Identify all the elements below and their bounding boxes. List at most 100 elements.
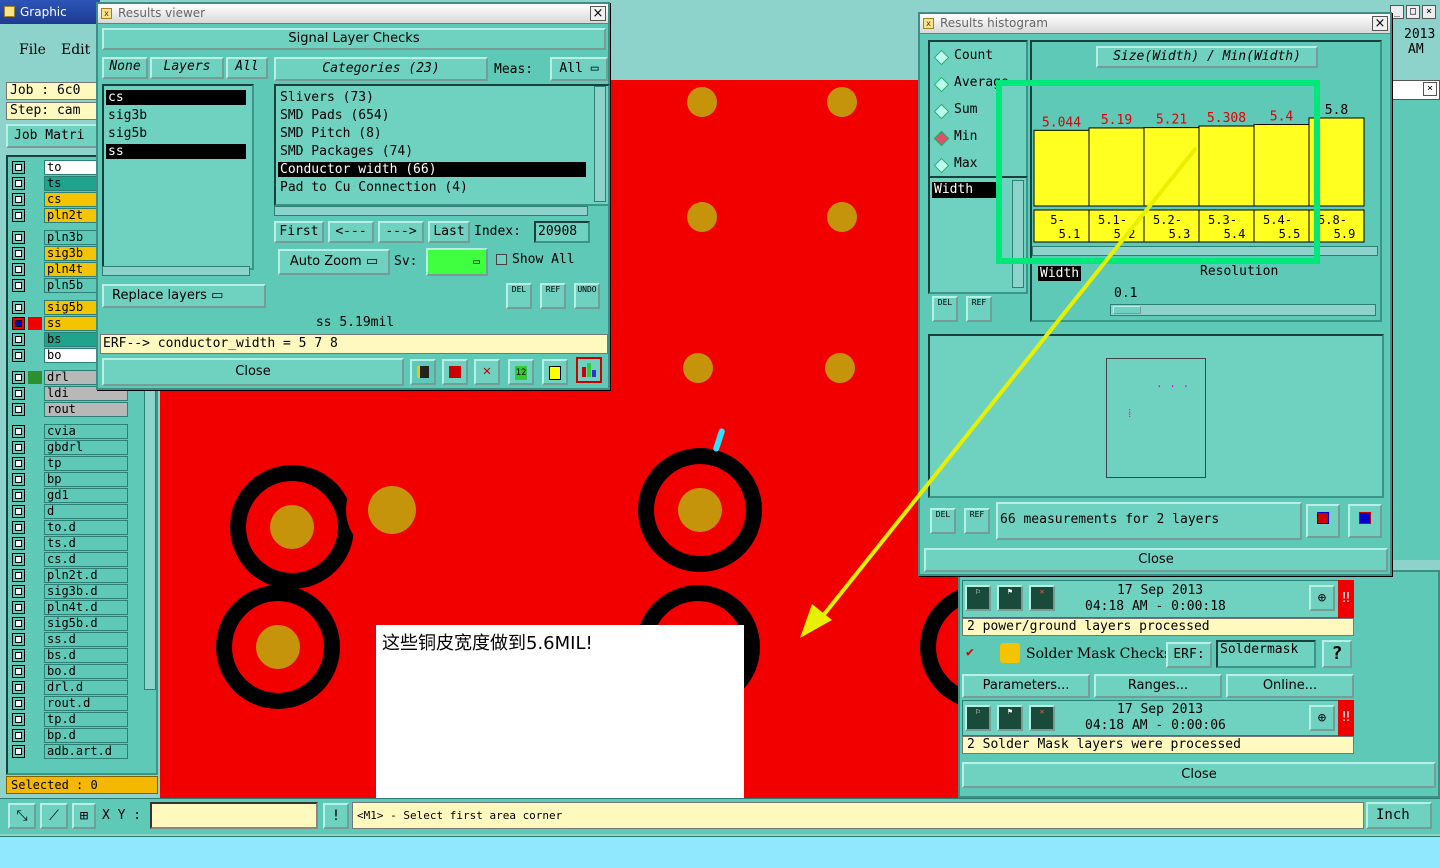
edit-menu[interactable]: Edit: [61, 42, 90, 58]
stop-icon[interactable]: ✕: [1029, 585, 1055, 611]
run-all-icon[interactable]: ⚑: [997, 585, 1023, 611]
auto-zoom-dropdown[interactable]: Auto Zoom ▭: [278, 249, 390, 275]
info-icon[interactable]: !: [323, 803, 349, 829]
layer-row-pln2t.d[interactable]: pln2t.d: [10, 568, 128, 583]
zoom-area-icon[interactable]: ⤡: [8, 803, 36, 829]
close-icon[interactable]: ×: [1372, 16, 1388, 31]
layer-checkbox[interactable]: [12, 713, 25, 726]
del-icon[interactable]: DEL: [930, 508, 956, 534]
layer-checkbox[interactable]: [12, 403, 25, 416]
layer-row-cs.d[interactable]: cs.d: [10, 552, 128, 567]
run-all-icon[interactable]: ⚑: [997, 705, 1023, 731]
undo-icon[interactable]: UNDO: [574, 283, 600, 309]
job-matrix-button[interactable]: Job Matri: [6, 124, 100, 148]
layer-row-rout.d[interactable]: rout.d: [10, 696, 128, 711]
layer-checkbox[interactable]: [12, 521, 25, 534]
ref-icon[interactable]: REF: [964, 508, 990, 534]
maximize-icon[interactable]: □: [1406, 5, 1420, 19]
ref-icon[interactable]: REF: [966, 296, 992, 322]
zoom-icon[interactable]: ⊕: [1309, 585, 1335, 611]
replace-layers-dropdown[interactable]: Replace layers ▭: [102, 284, 266, 308]
layer-checkbox[interactable]: [12, 697, 25, 710]
export-icon[interactable]: [442, 359, 468, 385]
category-item[interactable]: Conductor width (66): [278, 162, 586, 177]
layer-checkbox[interactable]: [12, 553, 25, 566]
layer-row-drl.d[interactable]: drl.d: [10, 680, 128, 695]
layer-row-bs.d[interactable]: bs.d: [10, 648, 128, 663]
layer-row-d[interactable]: d: [10, 504, 128, 519]
del-icon[interactable]: DEL: [506, 283, 532, 309]
close-icon[interactable]: ×: [1423, 82, 1437, 96]
layer-checkbox[interactable]: [12, 441, 25, 454]
minimize-icon[interactable]: _: [1390, 5, 1404, 19]
checklist-close-button[interactable]: Close: [962, 762, 1436, 788]
layer-checkbox[interactable]: [12, 585, 25, 598]
zoom-window-icon[interactable]: [1306, 504, 1340, 538]
layer-checkbox[interactable]: [12, 263, 25, 276]
close-icon[interactable]: ×: [590, 6, 606, 21]
category-listbox[interactable]: Slivers (73) SMD Pads (654) SMD Pitch (8) S…: [274, 84, 610, 206]
category-vscroll[interactable]: [594, 86, 606, 202]
rv-layer-item[interactable]: cs: [106, 90, 246, 105]
layer-row-tp.d[interactable]: tp.d: [10, 712, 128, 727]
del-icon[interactable]: DEL: [932, 296, 958, 322]
category-hscroll[interactable]: [274, 206, 588, 216]
ranges-button[interactable]: Ranges...: [1094, 674, 1222, 698]
xy-input[interactable]: [150, 802, 318, 829]
layers-all-button[interactable]: All: [226, 57, 268, 79]
layer-row-sig5b.d[interactable]: sig5b.d: [10, 616, 128, 631]
histogram-close-button[interactable]: Close: [924, 548, 1388, 572]
field-item[interactable]: Width: [932, 182, 996, 198]
layer-row-gd1[interactable]: gd1: [10, 488, 128, 503]
layers-none-button[interactable]: None: [102, 57, 148, 79]
layer-checkbox[interactable]: [12, 177, 25, 190]
ref-icon[interactable]: REF: [540, 283, 566, 309]
run-icon[interactable]: ⚐: [965, 585, 991, 611]
layer-row-tp[interactable]: tp: [10, 456, 128, 471]
layer-checkbox[interactable]: [12, 161, 25, 174]
layer-row-cvia[interactable]: cvia: [10, 424, 128, 439]
layer-row-sig3b.d[interactable]: sig3b.d: [10, 584, 128, 599]
rv-layer-item[interactable]: sig5b: [106, 126, 246, 141]
layer-checkbox[interactable]: [12, 745, 25, 758]
sv-color-dropdown[interactable]: ▭: [426, 248, 488, 276]
layer-checkbox[interactable]: [12, 489, 25, 502]
layer-checkbox[interactable]: [12, 279, 25, 292]
layer-checkbox[interactable]: [12, 193, 25, 206]
layer-row-pln4t.d[interactable]: pln4t.d: [10, 600, 128, 615]
close-icon[interactable]: ×: [1422, 5, 1436, 19]
grid-icon[interactable]: ⊞: [72, 803, 96, 829]
units-button[interactable]: Inch: [1366, 802, 1432, 829]
report-icon[interactable]: [410, 359, 436, 385]
radio-average[interactable]: [933, 76, 950, 93]
layer-checkbox[interactable]: [12, 387, 25, 400]
list-icon[interactable]: [542, 359, 568, 385]
category-item[interactable]: SMD Packages (74): [278, 144, 586, 159]
layer-checkbox[interactable]: [12, 247, 25, 260]
layer-row-ts.d[interactable]: ts.d: [10, 536, 128, 551]
layer-checkbox[interactable]: [12, 349, 25, 362]
layer-checkbox[interactable]: [12, 537, 25, 550]
layer-checkbox[interactable]: [12, 665, 25, 678]
layer-checkbox[interactable]: [12, 633, 25, 646]
resolution-slider[interactable]: [1110, 304, 1376, 316]
slider-thumb[interactable]: [1113, 306, 1141, 314]
layer-checkbox[interactable]: [12, 601, 25, 614]
layer-checkbox[interactable]: [12, 457, 25, 470]
layer-row-ss.d[interactable]: ss.d: [10, 632, 128, 647]
layer-checkbox[interactable]: [12, 505, 25, 518]
solder-mask-check-icon[interactable]: ✔: [966, 645, 974, 660]
command-line[interactable]: [0, 836, 1440, 868]
layer-checkbox[interactable]: [12, 317, 25, 330]
layer-checkbox[interactable]: [12, 649, 25, 662]
layer-checkbox[interactable]: [12, 569, 25, 582]
zoom-icon[interactable]: ⊕: [1309, 705, 1335, 731]
radio-sum[interactable]: [933, 103, 950, 120]
layer-checkbox[interactable]: [12, 231, 25, 244]
layer-checkbox[interactable]: [12, 617, 25, 630]
show-all-checkbox[interactable]: [496, 254, 507, 265]
layer-row-bo.d[interactable]: bo.d: [10, 664, 128, 679]
stop-icon[interactable]: ✕: [1029, 705, 1055, 731]
meas-dropdown[interactable]: All ▭: [550, 57, 608, 81]
fit-window-icon[interactable]: [1348, 504, 1382, 538]
